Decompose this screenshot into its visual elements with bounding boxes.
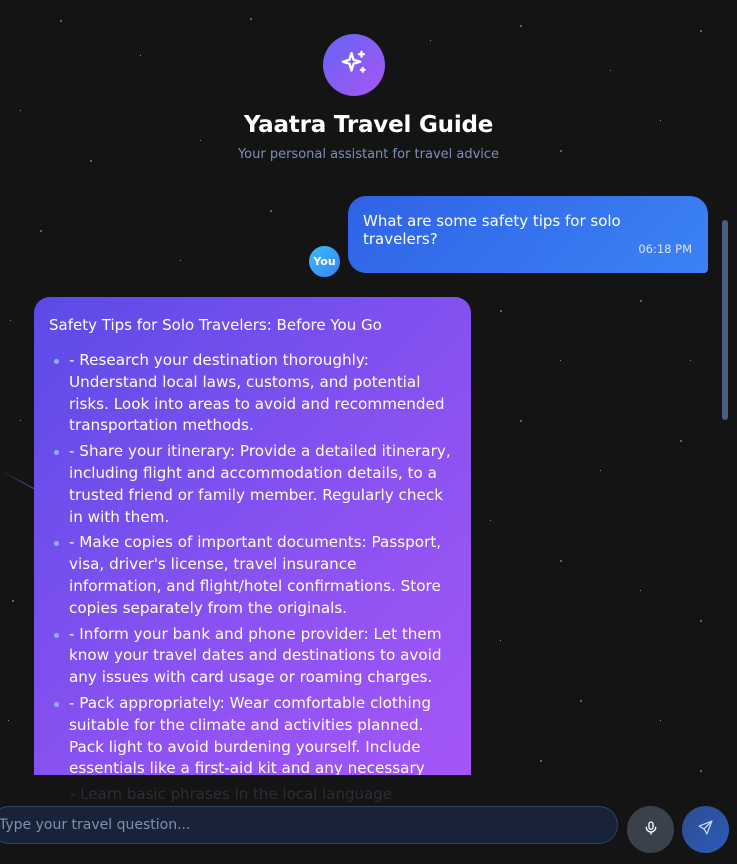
tips-list: - Research your destination thoroughly: … [49,350,451,802]
voice-input-button[interactable] [627,806,674,853]
bullet-icon [54,632,59,638]
shooting-star [0,470,36,490]
list-item: - Inform your bank and phone provider: L… [49,624,451,689]
obscured-list-item: - Learn basic phrases in the local langu… [70,785,392,803]
app-logo [323,34,385,96]
user-message-bubble: What are some safety tips for solo trave… [348,196,708,273]
microphone-icon [643,820,659,840]
page-title: Yaatra Travel Guide [243,112,494,138]
send-button[interactable] [682,806,729,853]
sparkles-icon [339,48,369,82]
bullet-icon [54,701,59,707]
page-subtitle: Your personal assistant for travel advic… [237,147,500,162]
scrollbar-thumb[interactable] [722,220,728,420]
bullet-icon [54,541,59,547]
assistant-message-bubble: Safety Tips for Solo Travelers: Before Y… [34,297,471,817]
list-item: - Make copies of important documents: Pa… [49,532,451,619]
user-avatar: You [309,246,340,277]
assistant-message-heading: Safety Tips for Solo Travelers: Before Y… [49,316,382,334]
chat-input[interactable] [0,816,617,834]
chat-input-container[interactable] [0,806,618,844]
list-item: - Research your destination thoroughly: … [49,350,451,437]
message-timestamp: 06:18 PM [638,242,692,256]
send-icon [697,819,714,840]
bullet-icon [54,450,59,456]
list-item: - Share your itinerary: Provide a detail… [49,441,451,528]
bullet-icon [54,359,59,364]
